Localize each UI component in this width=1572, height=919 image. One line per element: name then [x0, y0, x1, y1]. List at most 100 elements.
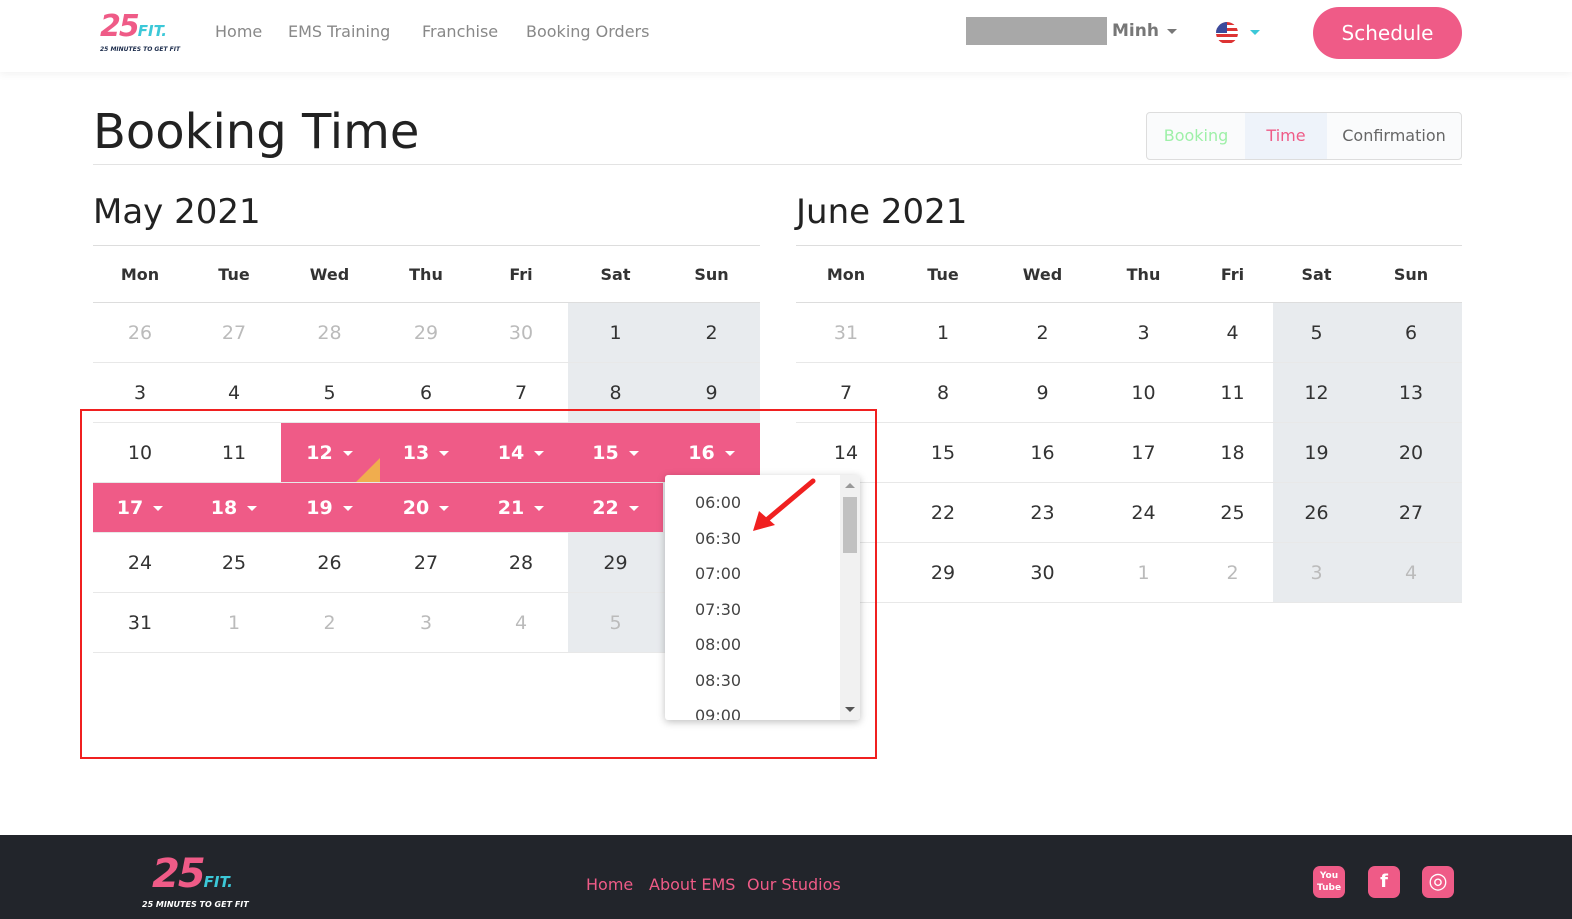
day-cell[interactable]: 28 — [281, 303, 378, 362]
redacted-user-area — [966, 17, 1107, 45]
day-cell[interactable]: 3 — [1273, 543, 1360, 602]
day-cell[interactable]: 1 — [1095, 543, 1192, 602]
day-cell[interactable]: 18 — [1192, 423, 1273, 482]
weekday-sun: Sun — [1393, 265, 1429, 284]
user-menu[interactable]: Minh — [1112, 21, 1177, 41]
weekday-header: Mon Tue Wed Thu Fri Sat Sun — [796, 246, 1462, 303]
weekday-tue: Tue — [218, 265, 250, 284]
day-cell[interactable]: 17 — [1095, 423, 1192, 482]
logo-fit: FIT. — [203, 873, 233, 891]
day-number: 30 — [1030, 562, 1055, 584]
day-cell[interactable]: 31 — [796, 303, 896, 362]
day-cell[interactable]: 22 — [896, 483, 990, 542]
day-cell[interactable]: 19 — [1273, 423, 1360, 482]
logo-number: 25 — [100, 9, 140, 44]
step-time[interactable]: Time — [1245, 113, 1327, 159]
nav-ems-training[interactable]: EMS Training — [288, 22, 390, 41]
day-cell[interactable]: 26 — [1273, 483, 1360, 542]
day-cell[interactable]: 12 — [1273, 363, 1360, 422]
day-number: 5 — [323, 382, 336, 404]
footer-link-about-ems[interactable]: About EMS — [649, 875, 735, 894]
day-number: 29 — [413, 322, 439, 344]
day-cell[interactable]: 24 — [1095, 483, 1192, 542]
youtube-icon[interactable]: You Tube — [1313, 866, 1345, 898]
instagram-icon[interactable]: ◎ — [1422, 866, 1454, 898]
day-cell[interactable]: 25 — [1192, 483, 1273, 542]
day-number: 3 — [1137, 322, 1150, 344]
day-cell[interactable]: 29 — [896, 543, 990, 602]
day-cell[interactable]: 9 — [990, 363, 1095, 422]
day-cell[interactable]: 4 — [1360, 543, 1462, 602]
annotation-highlight-box — [80, 409, 877, 759]
weekday-sun: Sun — [694, 265, 729, 284]
day-number: 4 — [227, 382, 241, 404]
month-title-may: May 2021 — [93, 192, 261, 232]
week-row: 31 1 2 3 4 5 6 — [796, 303, 1462, 363]
day-cell[interactable]: 4 — [1192, 303, 1273, 362]
day-number: 22 — [930, 502, 956, 524]
day-number: 8 — [609, 382, 622, 404]
day-cell[interactable]: 20 — [1360, 423, 1462, 482]
user-name: Minh — [1112, 21, 1159, 41]
day-number: 24 — [1131, 502, 1156, 524]
day-number: 6 — [419, 382, 433, 404]
day-cell[interactable]: 11 — [1192, 363, 1273, 422]
day-cell[interactable]: 23 — [990, 483, 1095, 542]
nav-home[interactable]: Home — [215, 22, 262, 41]
day-number: 27 — [221, 322, 247, 344]
us-flag-icon[interactable] — [1216, 22, 1238, 44]
day-number: 10 — [1131, 382, 1156, 404]
day-number: 9 — [1036, 382, 1049, 404]
day-cell[interactable]: 3 — [1095, 303, 1192, 362]
week-row: 29 30 1 2 3 4 — [796, 543, 1462, 603]
footer-logo[interactable]: 25FIT. 25 MINUTES TO GET FIT — [142, 854, 249, 909]
day-number: 25 — [1220, 502, 1245, 524]
day-number: 5 — [1310, 322, 1323, 344]
chevron-down-icon — [1166, 28, 1177, 34]
weekday-sat: Sat — [600, 265, 631, 284]
day-number: 9 — [705, 382, 718, 404]
logo-tagline: 25 MINUTES TO GET FIT — [100, 46, 181, 53]
day-cell[interactable]: 27 — [1360, 483, 1462, 542]
logo-fit: FIT. — [137, 22, 167, 40]
weekday-sat: Sat — [1301, 265, 1332, 284]
day-cell[interactable]: 1 — [568, 303, 663, 362]
day-cell[interactable]: 15 — [896, 423, 990, 482]
weekday-tue: Tue — [927, 265, 959, 284]
booking-steps: Booking Time Confirmation — [1146, 112, 1462, 160]
nav-booking-orders[interactable]: Booking Orders — [526, 22, 649, 41]
day-cell[interactable]: 30 — [474, 303, 568, 362]
logo-tagline: 25 MINUTES TO GET FIT — [142, 900, 249, 909]
day-cell[interactable]: 6 — [1360, 303, 1462, 362]
day-number: 15 — [930, 442, 956, 464]
day-cell[interactable]: 13 — [1360, 363, 1462, 422]
day-cell[interactable]: 30 — [990, 543, 1095, 602]
step-booking[interactable]: Booking — [1147, 113, 1245, 159]
footer-link-our-studios[interactable]: Our Studios — [747, 875, 841, 894]
day-number: 12 — [1304, 382, 1329, 404]
day-number: 2 — [705, 322, 718, 344]
day-cell[interactable]: 27 — [187, 303, 281, 362]
day-cell[interactable]: 8 — [896, 363, 990, 422]
logo-number: 25 — [152, 851, 206, 897]
day-cell[interactable]: 16 — [990, 423, 1095, 482]
day-cell[interactable]: 26 — [93, 303, 187, 362]
day-number: 31 — [833, 322, 859, 344]
day-cell[interactable]: 29 — [378, 303, 474, 362]
logo[interactable]: 25FIT. 25 MINUTES TO GET FIT — [100, 12, 180, 54]
day-cell[interactable]: 2 — [1192, 543, 1273, 602]
footer-link-home[interactable]: Home — [586, 875, 633, 894]
facebook-icon[interactable]: f — [1368, 866, 1400, 898]
week-row: 7 8 9 10 11 12 13 — [796, 363, 1462, 423]
schedule-button[interactable]: Schedule — [1313, 7, 1462, 59]
day-cell[interactable]: 2 — [663, 303, 760, 362]
day-number: 26 — [127, 322, 153, 344]
day-cell[interactable]: 2 — [990, 303, 1095, 362]
nav-franchise[interactable]: Franchise — [422, 22, 498, 41]
day-cell[interactable]: 1 — [896, 303, 990, 362]
day-cell[interactable]: 10 — [1095, 363, 1192, 422]
divider — [93, 164, 1462, 165]
day-cell[interactable]: 5 — [1273, 303, 1360, 362]
language-chevron-icon[interactable] — [1250, 30, 1260, 35]
week-row: 22 23 24 25 26 27 — [796, 483, 1462, 543]
